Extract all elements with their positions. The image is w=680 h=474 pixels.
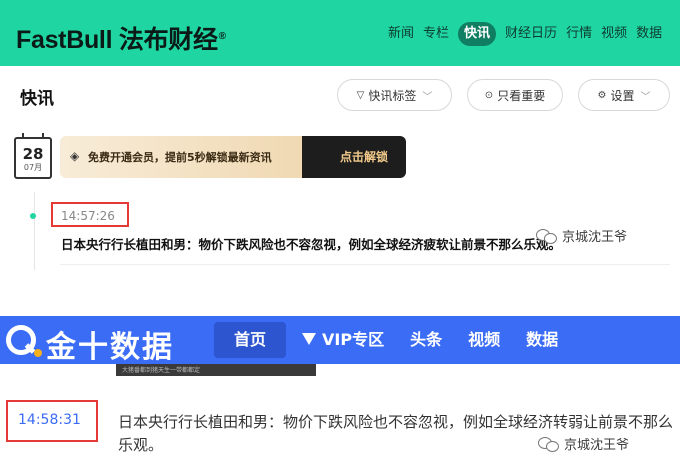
fastbull-header: FastBull 法布财经® 新闻 专栏 快讯 财经日历 行情 视频 数据: [0, 0, 680, 66]
nav-item-videos[interactable]: 视频: [464, 322, 504, 358]
flash-tags-label: 快讯标签: [368, 88, 417, 103]
divider: [60, 264, 670, 265]
nav-item-news[interactable]: 新闻: [388, 22, 414, 46]
vip-promo-banner: ◈ 免费开通会员，提前5秒解锁最新资讯 点击解锁: [60, 136, 406, 178]
jin10-logo-icon[interactable]: [6, 325, 36, 355]
news-timestamp: 14:57:26: [61, 209, 115, 223]
settings-label: 设置: [610, 88, 635, 103]
chevron-down-icon: ﹀: [422, 91, 433, 103]
important-only-label: 只看重要: [497, 88, 546, 103]
vip-promo-text: 免费开通会员，提前5秒解锁最新资讯: [88, 151, 272, 164]
filter-icon: ▽: [356, 89, 365, 101]
nav-item-data[interactable]: 数据: [636, 22, 662, 46]
gear-icon: ⚙: [597, 89, 607, 101]
nav-item-calendar[interactable]: 财经日历: [505, 22, 557, 46]
calendar-month: 07月: [23, 163, 43, 172]
fastbull-panel: FastBull 法布财经® 新闻 专栏 快讯 财经日历 行情 视频 数据 快讯…: [0, 0, 680, 290]
nav-item-columns[interactable]: 专栏: [423, 22, 449, 46]
fastbull-nav: 新闻 专栏 快讯 财经日历 行情 视频 数据: [388, 22, 671, 46]
nav-item-data[interactable]: 数据: [522, 322, 562, 358]
watermark: 京城沈王爷: [536, 226, 627, 245]
jin10-header: 金十数据 首页 VIP专区 头条 视频 数据: [0, 316, 680, 366]
nav-item-headlines[interactable]: 头条: [406, 322, 446, 358]
nav-item-videos[interactable]: 视频: [601, 22, 627, 46]
jin10-nav: 首页 VIP专区 头条 视频 数据: [214, 322, 580, 358]
news-timestamp: 14:58:31: [18, 412, 81, 428]
radio-icon: ⊙: [484, 89, 494, 101]
nav-item-quotes[interactable]: 行情: [566, 22, 592, 46]
wechat-icon: [536, 228, 558, 244]
wechat-icon: [538, 436, 560, 452]
video-thumbnail[interactable]: 大猪番都到猪天生一带都都定: [116, 364, 316, 376]
flash-tags-filter[interactable]: ▽ 快讯标签 ﹀: [337, 79, 452, 111]
fastbull-logo[interactable]: FastBull 法布财经®: [16, 20, 226, 56]
timeline-dot: [30, 213, 36, 219]
jin10-logo[interactable]: 金十数据: [46, 322, 174, 366]
settings-dropdown[interactable]: ⚙ 设置 ﹀: [578, 79, 670, 111]
calendar-day: 28: [22, 145, 44, 163]
nav-item-flash[interactable]: 快讯: [458, 22, 497, 46]
vip-icon: [302, 332, 317, 345]
nav-item-vip[interactable]: VIP专区: [298, 322, 388, 358]
timeline-line: [34, 192, 35, 270]
chevron-down-icon: ﹀: [640, 91, 651, 103]
calendar-date-icon: 28 07月: [14, 133, 52, 179]
nav-item-home[interactable]: 首页: [214, 322, 287, 358]
diamond-icon: ◈: [70, 149, 80, 163]
unlock-button[interactable]: 点击解锁: [322, 136, 406, 178]
logo-dot: [34, 349, 42, 357]
important-only-toggle[interactable]: ⊙ 只看重要: [467, 79, 563, 111]
page-title: 快讯: [20, 89, 54, 109]
watermark: 京城沈王爷: [538, 434, 629, 453]
